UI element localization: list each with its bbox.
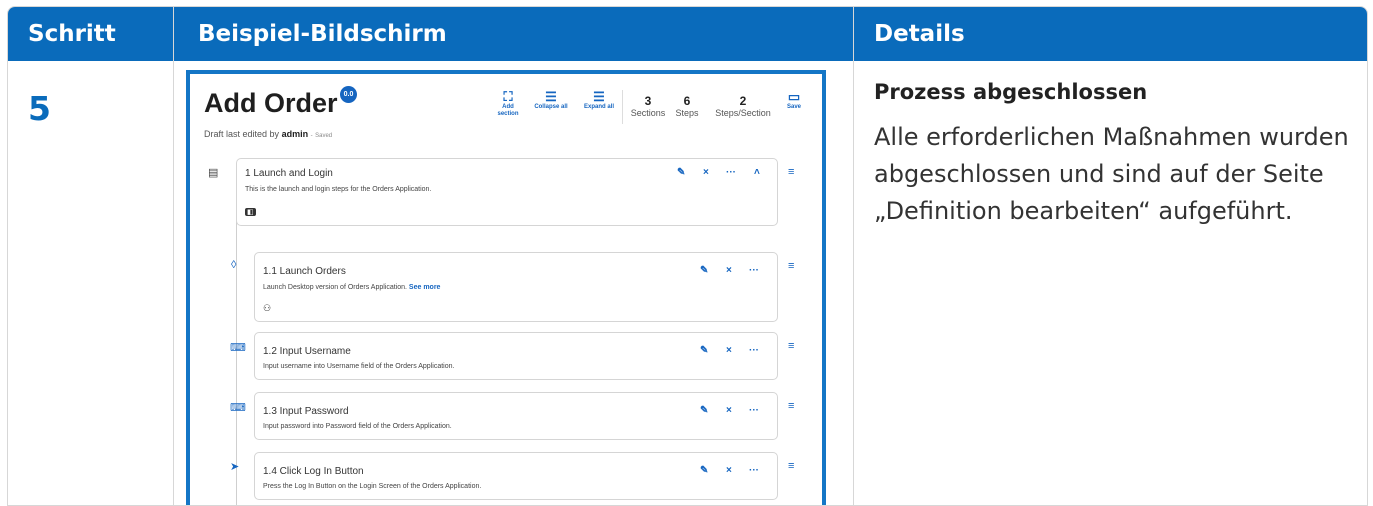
edit-icon[interactable]: ✎	[700, 265, 708, 276]
step-title: 1.4 Click Log In Button	[263, 466, 364, 477]
expand-all-icon: ☰	[593, 89, 605, 104]
drag-handle-icon[interactable]: ≡	[788, 340, 794, 352]
delete-icon[interactable]: ×	[726, 465, 732, 476]
step-description: Input password into Password field of th…	[263, 423, 452, 430]
draft-status: Draft last edited by admin - Saved	[204, 129, 332, 139]
header-details: Details	[874, 21, 965, 47]
stat-sections: 3 Sections	[630, 94, 666, 118]
page-title: Add Order	[204, 88, 338, 118]
step-card[interactable]: 1.4 Click Log In Button Press the Log In…	[254, 452, 778, 500]
drag-handle-icon[interactable]: ≡	[788, 260, 794, 272]
steps-table: Schritt Beispiel-Bildschirm Details 5 Pr…	[7, 6, 1368, 506]
stat-steps-per-section: 2 Steps/Section	[715, 94, 771, 118]
more-icon[interactable]: ···	[749, 405, 759, 416]
see-more-link[interactable]: See more	[409, 284, 441, 291]
more-icon[interactable]: ···	[726, 167, 736, 178]
column-divider	[173, 7, 174, 505]
user-icon: ⚇	[263, 303, 272, 313]
version-badge: 0.0	[340, 86, 357, 103]
step-card[interactable]: 1.1 Launch Orders Launch Desktop version…	[254, 252, 778, 322]
details-body: Alle erforderlichen Maßnahmen wurden abg…	[874, 123, 1349, 225]
section-tag-icon: ◧	[245, 208, 256, 216]
folder-icon: ▭	[787, 89, 801, 104]
edit-icon[interactable]: ✎	[700, 345, 708, 356]
column-divider	[853, 7, 854, 505]
step-title: 1.2 Input Username	[263, 346, 351, 357]
draft-user: admin	[281, 129, 309, 139]
document-icon: ▤	[208, 167, 219, 179]
cursor-click-icon: ➤	[230, 461, 240, 473]
draft-separator: -	[310, 133, 313, 139]
section-card[interactable]: 1 Launch and Login This is the launch an…	[236, 158, 778, 226]
toolbar-divider	[622, 90, 623, 124]
header-schritt: Schritt	[28, 21, 116, 47]
expand-all-button[interactable]: ☰ Expand all	[582, 90, 616, 111]
launch-icon: ◊	[231, 259, 237, 271]
more-icon[interactable]: ···	[749, 265, 759, 276]
edit-icon[interactable]: ✎	[700, 465, 708, 476]
collapse-icon[interactable]: ˄	[754, 167, 760, 178]
delete-icon[interactable]: ×	[726, 345, 732, 356]
collapse-all-icon: ☰	[545, 89, 557, 104]
example-screenshot: Add Order 0.0 Draft last edited by admin…	[186, 70, 826, 505]
step-title: 1.1 Launch Orders	[263, 266, 346, 277]
step-title: 1.3 Input Password	[263, 406, 349, 417]
collapse-all-button[interactable]: ☰ Collapse all	[534, 90, 568, 111]
saved-label: Saved	[315, 133, 333, 139]
step-card[interactable]: 1.3 Input Password Input password into P…	[254, 392, 778, 440]
more-icon[interactable]: ···	[749, 465, 759, 476]
draft-prefix: Draft last edited by	[204, 129, 280, 139]
section-title: 1 Launch and Login	[245, 168, 333, 179]
step-description: Input username into Username field of th…	[263, 363, 455, 370]
save-button[interactable]: ▭ Save	[783, 90, 805, 111]
step-description: Press the Log In Button on the Login Scr…	[263, 483, 482, 490]
delete-icon[interactable]: ×	[726, 265, 732, 276]
add-section-button[interactable]: ⛶ Add section	[493, 90, 523, 118]
input-icon: ⌨	[230, 342, 246, 354]
delete-icon[interactable]: ×	[726, 405, 732, 416]
step-number: 5	[28, 89, 51, 128]
delete-icon[interactable]: ×	[703, 167, 709, 178]
header-beispiel-bildschirm: Beispiel-Bildschirm	[198, 21, 447, 47]
drag-handle-icon[interactable]: ≡	[788, 460, 794, 472]
add-section-icon: ⛶	[503, 89, 513, 104]
step-description: Launch Desktop version of Orders Applica…	[263, 284, 441, 291]
details-title: Prozess abgeschlossen	[874, 80, 1148, 104]
drag-handle-icon[interactable]: ≡	[788, 400, 794, 412]
section-description: This is the launch and login steps for t…	[245, 186, 432, 193]
more-icon[interactable]: ···	[749, 345, 759, 356]
stat-steps: 6 Steps	[675, 94, 699, 118]
edit-icon[interactable]: ✎	[677, 167, 685, 178]
drag-handle-icon[interactable]: ≡	[788, 166, 794, 178]
table-header: Schritt Beispiel-Bildschirm Details	[8, 7, 1367, 61]
edit-icon[interactable]: ✎	[700, 405, 708, 416]
input-icon: ⌨	[230, 402, 246, 414]
step-card[interactable]: 1.2 Input Username Input username into U…	[254, 332, 778, 380]
